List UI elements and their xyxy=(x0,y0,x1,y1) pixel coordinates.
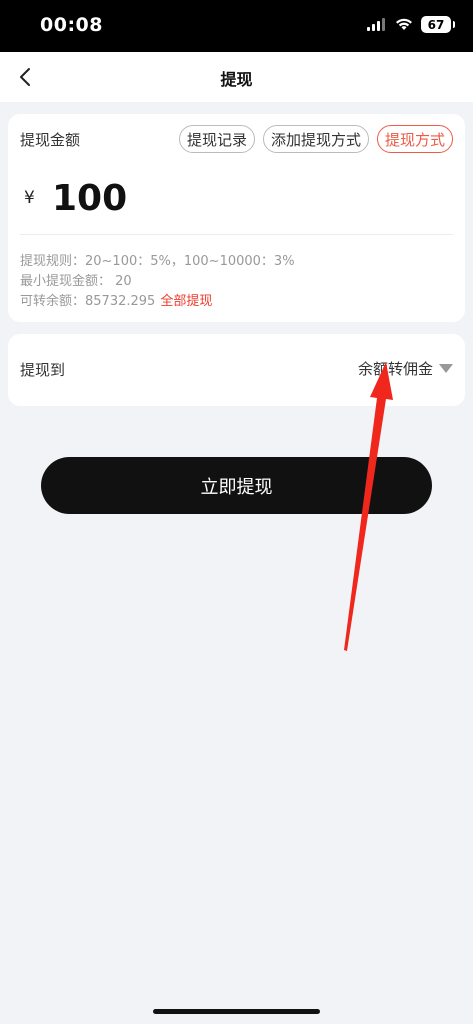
home-indicator xyxy=(153,1009,320,1014)
nav-bar: 提现 xyxy=(0,52,473,102)
chip-row: 提现记录 添加提现方式 提现方式 xyxy=(178,125,453,153)
status-time: 00:08 xyxy=(40,14,103,36)
destination-label: 提现到 xyxy=(20,361,66,379)
status-icons: 67 xyxy=(367,16,455,33)
withdraw-all-link[interactable]: 全部提现 xyxy=(160,294,212,309)
withdraw-history-button[interactable]: 提现记录 xyxy=(178,125,255,153)
add-withdraw-method-button[interactable]: 添加提现方式 xyxy=(262,125,369,153)
currency-symbol: ¥ xyxy=(24,188,35,208)
amount-label: 提现金额 xyxy=(20,131,81,149)
triangle-down-icon xyxy=(439,363,453,373)
wifi-icon xyxy=(396,18,412,30)
withdraw-now-button[interactable]: 立即提现 xyxy=(41,457,432,514)
amount-input[interactable]: 100 xyxy=(52,178,127,219)
signal-icon xyxy=(367,18,385,31)
min-amount-text: 最小提现金额： 20 xyxy=(20,274,132,289)
destination-card: 提现到 余额转佣金 xyxy=(8,334,465,406)
amount-card: 提现金额 提现记录 添加提现方式 提现方式 ¥ 100 提现规则：20~100：… xyxy=(8,114,465,322)
divider xyxy=(20,234,453,235)
available-balance-row: 可转余额：85732.295 全部提现 xyxy=(20,290,212,309)
status-bar: 00:08 67 xyxy=(0,0,473,52)
battery-icon: 67 xyxy=(421,16,455,33)
available-balance-text: 可转余额：85732.295 xyxy=(20,294,156,309)
page-title: 提现 xyxy=(220,70,253,89)
destination-value: 余额转佣金 xyxy=(357,360,433,378)
withdraw-method-button[interactable]: 提现方式 xyxy=(376,125,453,153)
destination-select[interactable]: 余额转佣金 xyxy=(358,358,453,379)
fee-rule-text: 提现规则：20~100：5%，100~10000：3% xyxy=(20,254,295,269)
